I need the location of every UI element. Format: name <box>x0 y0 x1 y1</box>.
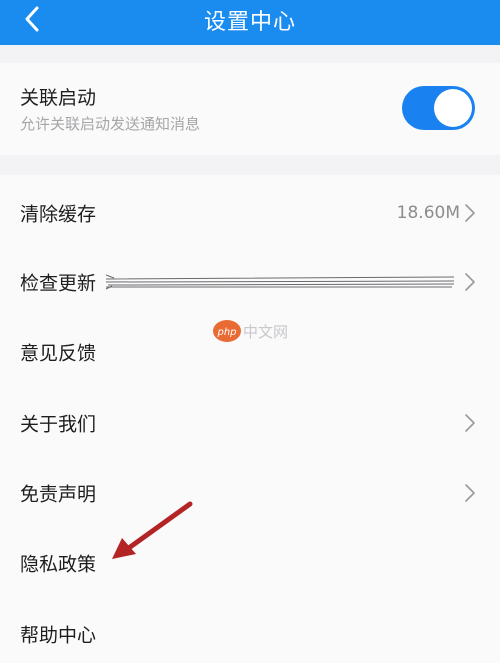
check-update-item[interactable]: 检查更新 <box>0 247 500 317</box>
annotation-arrow-icon <box>112 501 193 559</box>
disclaimer-label: 免责声明 <box>20 483 97 506</box>
association-start-title: 关联启动 <box>20 87 97 109</box>
top-bar: 设置中心 <box>0 0 500 45</box>
feedback-label: 意见反馈 <box>20 342 97 365</box>
help-center-label: 帮助中心 <box>20 624 97 647</box>
association-start-toggle[interactable] <box>402 86 475 130</box>
svg-text:php: php <box>216 327 236 338</box>
association-start-card: 关联启动 允许关联启动发送通知消息 <box>0 63 500 155</box>
chevron-right-icon <box>465 273 475 291</box>
association-start-subtitle: 允许关联启动发送通知消息 <box>20 115 201 133</box>
clear-cache-item[interactable]: 清除缓存 18.60M <box>0 178 500 248</box>
toggle-knob <box>434 89 472 127</box>
php-watermark-logo: php 中文网 <box>213 320 288 342</box>
privacy-policy-item[interactable]: 隐私政策 <box>0 528 500 598</box>
about-us-item[interactable]: 关于我们 <box>0 388 500 458</box>
clear-cache-label: 清除缓存 <box>20 203 97 226</box>
cache-size-value: 18.60M <box>396 203 460 223</box>
redacted-version-scribble <box>105 274 455 290</box>
chevron-right-icon <box>465 484 475 502</box>
chevron-right-icon <box>465 414 475 432</box>
check-update-label: 检查更新 <box>20 272 97 295</box>
page-title: 设置中心 <box>203 10 296 35</box>
about-us-label: 关于我们 <box>20 413 97 436</box>
privacy-policy-label: 隐私政策 <box>20 553 97 576</box>
disclaimer-item[interactable]: 免责声明 <box>0 458 500 528</box>
chevron-right-icon <box>465 204 475 222</box>
svg-text:中文网: 中文网 <box>243 323 288 341</box>
settings-list: 清除缓存 18.60M 检查更新 意见反馈 关于我们 免责声明 隐私政策 帮助中… <box>0 175 500 663</box>
help-center-item[interactable]: 帮助中心 <box>0 599 500 663</box>
